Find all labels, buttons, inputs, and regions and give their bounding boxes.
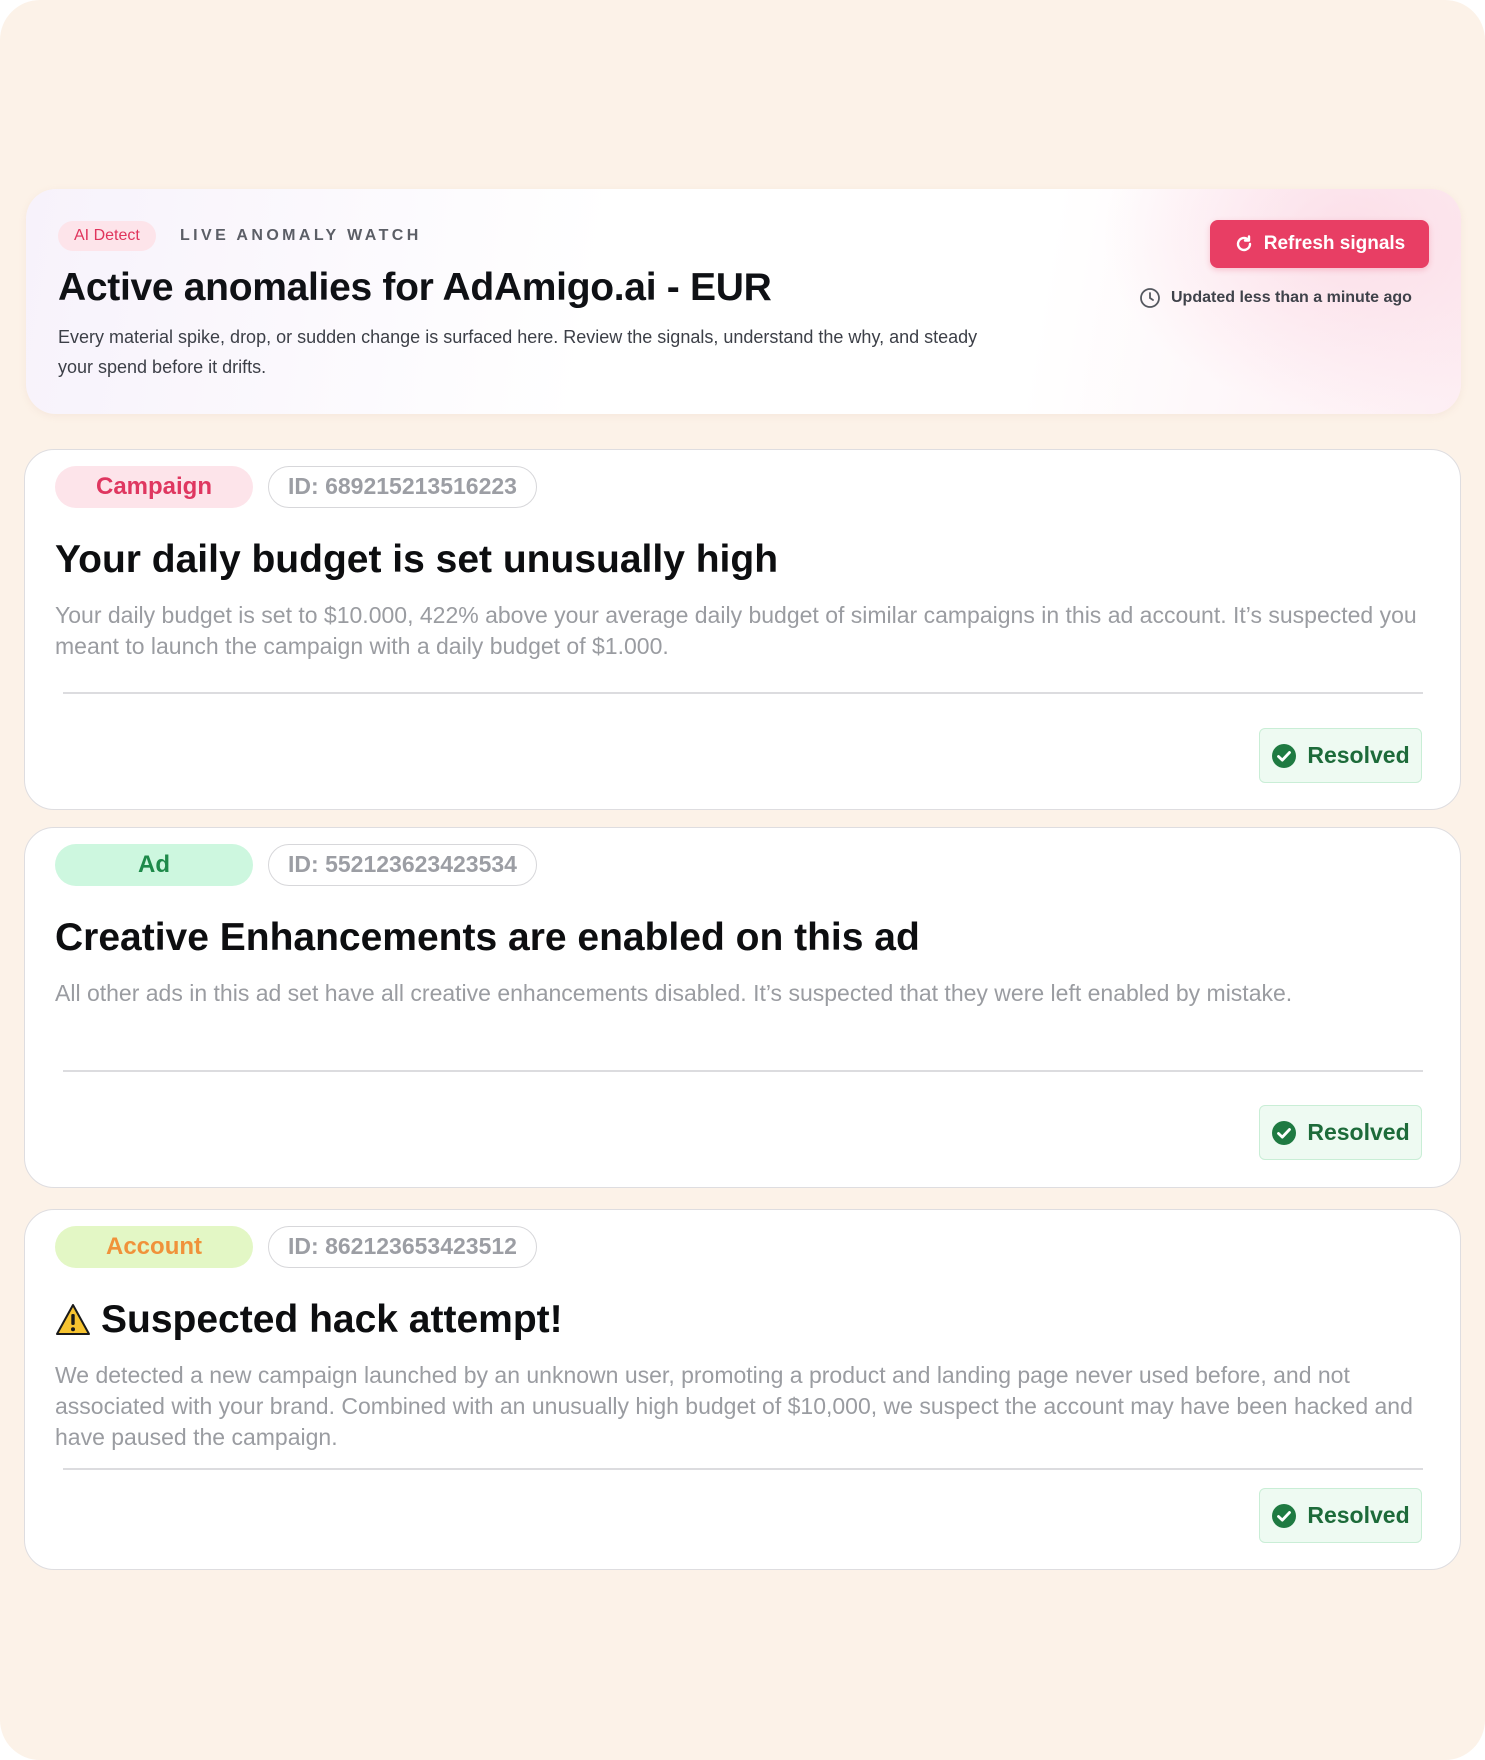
resolved-status-button[interactable]: Resolved (1259, 1488, 1422, 1543)
resolved-label: Resolved (1307, 1119, 1410, 1145)
live-anomaly-watch-label: LIVE ANOMALY WATCH (180, 227, 422, 244)
check-circle-icon (1271, 1503, 1297, 1529)
resolved-status-button[interactable]: Resolved (1259, 1105, 1422, 1160)
resolved-status-button[interactable]: Resolved (1259, 728, 1422, 783)
entity-id-badge: ID: 552123623423534 (268, 844, 537, 886)
anomaly-description: We detected a new campaign launched by a… (55, 1362, 1413, 1450)
anomaly-title-text: Creative Enhancements are enabled on thi… (55, 916, 920, 959)
entity-type-badge: Campaign (55, 466, 253, 508)
check-circle-icon (1271, 1120, 1297, 1146)
entity-id-badge: ID: 689215213516223 (268, 466, 537, 508)
anomaly-header: AI Detect LIVE ANOMALY WATCH Active anom… (26, 189, 1461, 414)
anomaly-description: Your daily budget is set to $10.000, 422… (55, 602, 1417, 659)
warning-icon (55, 1303, 91, 1337)
resolved-label: Resolved (1307, 742, 1410, 768)
refresh-signals-button[interactable]: Refresh signals (1210, 220, 1429, 268)
anomaly-title-text: Your daily budget is set unusually high (55, 538, 779, 581)
card-divider (63, 692, 1423, 694)
resolved-label: Resolved (1307, 1502, 1410, 1528)
anomaly-title: Creative Enhancements are enabled on thi… (55, 914, 920, 962)
entity-id-badge: ID: 862123653423512 (268, 1226, 537, 1268)
page-title: Active anomalies for AdAmigo.ai - EUR (58, 266, 772, 309)
page-canvas: AI Detect LIVE ANOMALY WATCH Active anom… (0, 0, 1485, 1760)
anomaly-card-campaign: Campaign ID: 689215213516223 Your daily … (24, 449, 1461, 810)
anomaly-title: Your daily budget is set unusually high (55, 536, 778, 584)
last-updated-text: Updated less than a minute ago (1171, 289, 1412, 306)
anomaly-card-account: Account ID: 862123653423512 Suspected ha… (24, 1209, 1461, 1570)
anomaly-title: Suspected hack attempt! (55, 1296, 563, 1344)
last-updated: Updated less than a minute ago (1139, 287, 1412, 309)
refresh-signals-label: Refresh signals (1263, 233, 1406, 254)
refresh-icon (1234, 234, 1254, 254)
page-description: Every material spike, drop, or sudden ch… (58, 327, 978, 377)
entity-type-badge: Account (55, 1226, 253, 1268)
check-circle-icon (1271, 743, 1297, 769)
card-divider (63, 1070, 1423, 1072)
entity-type-badge: Ad (55, 844, 253, 886)
anomaly-description: All other ads in this ad set have all cr… (55, 980, 1293, 1006)
card-divider (63, 1468, 1423, 1470)
anomaly-title-text: Suspected hack attempt! (101, 1298, 563, 1341)
anomaly-card-ad: Ad ID: 552123623423534 Creative Enhancem… (24, 827, 1461, 1188)
ai-detect-badge: AI Detect (58, 221, 156, 251)
clock-icon (1139, 287, 1161, 309)
